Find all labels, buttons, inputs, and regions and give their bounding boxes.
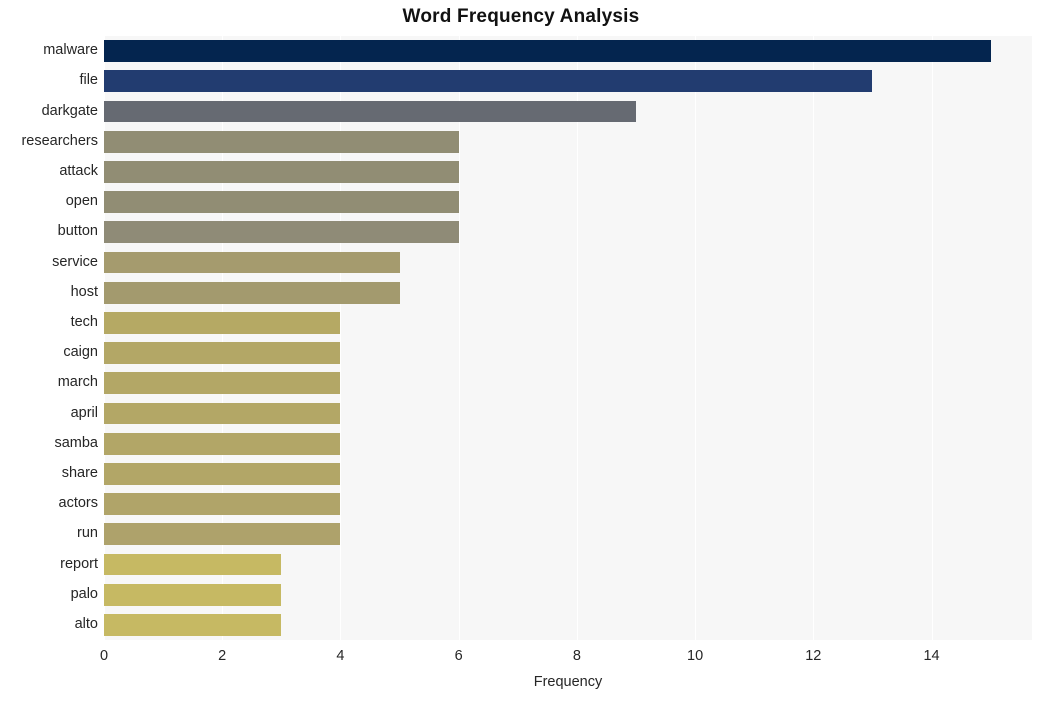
bar-row[interactable] [104,100,1032,123]
bar-row[interactable] [104,130,1032,153]
bar-row[interactable] [104,40,1032,62]
y-axis-tick-label: tech [70,313,98,330]
bar-row[interactable] [104,614,1032,636]
x-axis-tick-label: 6 [454,648,463,664]
x-axis-tick-label: 4 [336,648,345,664]
bar-row[interactable] [104,312,1032,334]
y-axis-tick-label: palo [70,585,98,602]
x-axis-tick-label: 8 [572,648,581,664]
x-axis-tick-label: 0 [99,648,109,664]
bar[interactable] [104,281,400,304]
y-axis-tick-label: samba [54,434,98,451]
y-axis-tick-label: attack [59,162,98,179]
bar[interactable] [104,251,400,274]
x-axis-tick-label: 14 [923,648,940,664]
bar[interactable] [104,70,873,93]
x-axis-tick-label: 12 [805,648,822,664]
bar-row[interactable] [104,251,1032,274]
bar[interactable] [104,342,341,364]
bar[interactable] [104,523,341,546]
bar[interactable] [104,312,341,334]
bar[interactable] [104,614,282,636]
bar-row[interactable] [104,463,1032,485]
y-axis-tick-label: button [57,223,98,240]
y-axis-tick-label: share [61,464,98,481]
y-axis-tick-label: host [70,283,98,300]
y-axis-tick-label: actors [58,495,99,512]
y-axis-tick-label: april [70,404,98,421]
page-title: Word Frequency Analysis [402,6,640,27]
bar-row[interactable] [104,553,1032,576]
bar[interactable] [104,372,341,395]
y-axis-tick-labels: malware file darkgate researchers attack open… [0,36,98,640]
y-axis-tick-label: service [52,253,98,270]
bar[interactable] [104,191,459,213]
y-axis-tick-label: malware [43,42,98,59]
bar-row[interactable] [104,281,1032,304]
bar-row[interactable] [104,191,1032,213]
chart-page: Word Frequency Analysis malware file darkg… [0,0,1042,701]
bars-layer [104,36,1032,640]
bar[interactable] [104,161,459,183]
bar-row[interactable] [104,583,1032,606]
y-axis-tick-label: researchers [21,132,98,149]
bar-row[interactable] [104,221,1032,244]
bar[interactable] [104,493,341,515]
x-axis-tick-label: 10 [687,648,704,664]
bar[interactable] [104,40,991,62]
bar-row[interactable] [104,523,1032,546]
y-axis-tick-label: file [79,72,98,89]
bar-row[interactable] [104,70,1032,93]
x-axis-tick-labels: 0 2 4 6 8 10 12 14 [100,648,1032,670]
bar-row[interactable] [104,432,1032,455]
bar[interactable] [104,100,636,123]
y-axis-tick-label: march [57,374,98,391]
bar[interactable] [104,463,341,485]
y-axis-tick-label: open [65,193,98,210]
bar-row[interactable] [104,161,1032,183]
bar[interactable] [104,130,459,153]
bar[interactable] [104,583,282,606]
bar-row[interactable] [104,493,1032,515]
y-axis-tick-label: run [77,525,98,542]
y-axis-tick-label: darkgate [41,102,98,119]
bar[interactable] [104,402,341,425]
y-axis-tick-label: caign [63,344,98,361]
bar-row[interactable] [104,372,1032,395]
x-axis-title: Frequency [533,674,603,690]
bar[interactable] [104,221,459,244]
bar[interactable] [104,553,282,576]
bar[interactable] [104,432,341,455]
bar-row[interactable] [104,402,1032,425]
x-axis-tick-label: 2 [218,648,227,664]
y-axis-tick-label: alto [74,615,98,632]
y-axis-tick-label: report [60,555,98,572]
bar-row[interactable] [104,342,1032,364]
